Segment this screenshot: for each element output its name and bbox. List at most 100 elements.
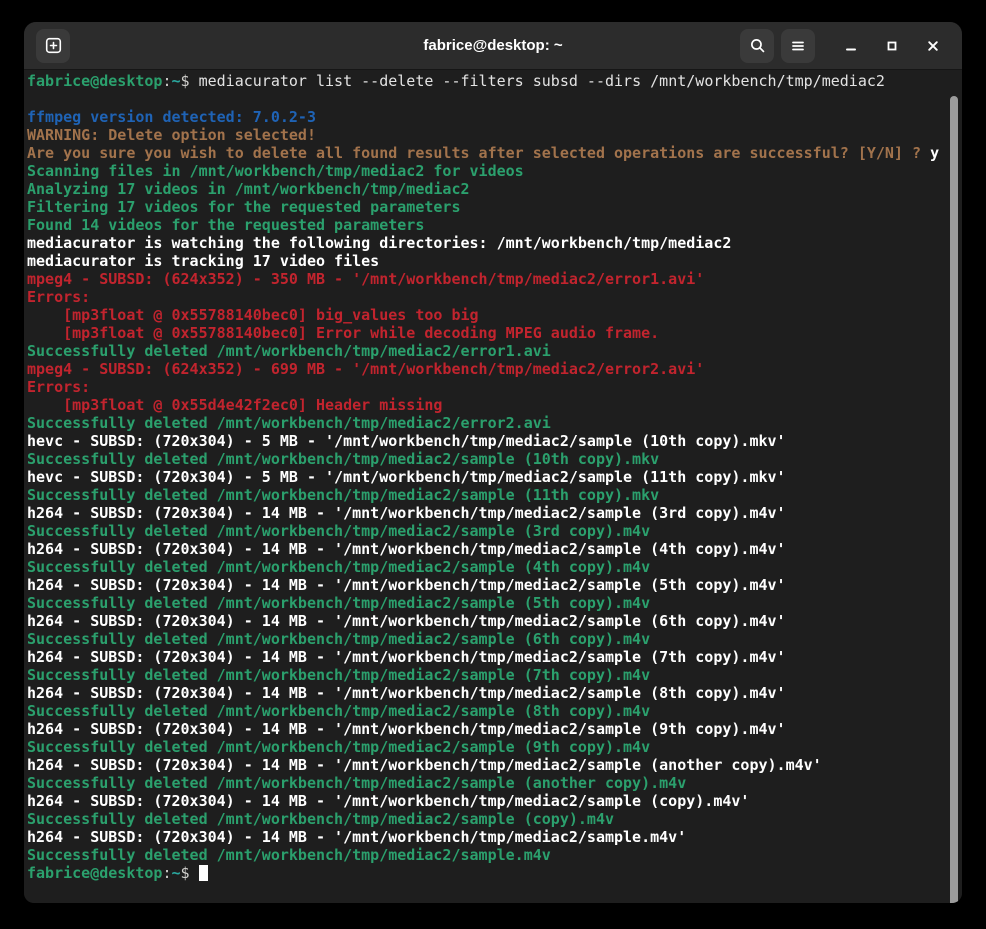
terminal-line: mpeg4 - SUBSD: (624x352) - 699 MB - '/mn…	[27, 360, 948, 378]
terminal-text-segment: $	[181, 72, 199, 90]
terminal-text-segment: fabrice@desktop	[27, 864, 162, 882]
terminal-text-segment: fabrice@desktop	[27, 72, 162, 90]
terminal-text-segment: mpeg4 - SUBSD: (624x352) - 350 MB - '/mn…	[27, 270, 704, 288]
terminal-line: h264 - SUBSD: (720x304) - 14 MB - '/mnt/…	[27, 648, 948, 666]
terminal-text-segment: $	[181, 864, 199, 882]
new-tab-button[interactable]	[36, 29, 70, 63]
terminal-text-segment: Successfully deleted /mnt/workbench/tmp/…	[27, 846, 551, 864]
terminal-line: Successfully deleted /mnt/workbench/tmp/…	[27, 630, 948, 648]
terminal-line: Errors:	[27, 288, 948, 306]
terminal-line: Successfully deleted /mnt/workbench/tmp/…	[27, 702, 948, 720]
terminal-line: h264 - SUBSD: (720x304) - 14 MB - '/mnt/…	[27, 756, 948, 774]
terminal-text-segment: WARNING: Delete option selected!	[27, 126, 316, 144]
terminal-text-segment: h264 - SUBSD: (720x304) - 14 MB - '/mnt/…	[27, 756, 822, 774]
terminal-text-segment: mpeg4 - SUBSD: (624x352) - 699 MB - '/mn…	[27, 360, 704, 378]
terminal-line: Successfully deleted /mnt/workbench/tmp/…	[27, 774, 948, 792]
terminal-text-segment: h264 - SUBSD: (720x304) - 14 MB - '/mnt/…	[27, 648, 786, 666]
close-icon	[925, 38, 941, 54]
terminal-line: Are you sure you wish to delete all foun…	[27, 144, 948, 162]
terminal-line: h264 - SUBSD: (720x304) - 14 MB - '/mnt/…	[27, 684, 948, 702]
terminal-line: Successfully deleted /mnt/workbench/tmp/…	[27, 594, 948, 612]
terminal-output[interactable]: fabrice@desktop:~$ mediacurator list --d…	[24, 70, 962, 902]
terminal-text-segment: h264 - SUBSD: (720x304) - 14 MB - '/mnt/…	[27, 504, 786, 522]
terminal-text-segment: h264 - SUBSD: (720x304) - 14 MB - '/mnt/…	[27, 612, 786, 630]
terminal-text-segment: ~	[172, 72, 181, 90]
terminal-line: hevc - SUBSD: (720x304) - 5 MB - '/mnt/w…	[27, 432, 948, 450]
terminal-text-segment: h264 - SUBSD: (720x304) - 14 MB - '/mnt/…	[27, 540, 786, 558]
terminal-text-segment: h264 - SUBSD: (720x304) - 14 MB - '/mnt/…	[27, 720, 786, 738]
menu-button[interactable]	[781, 29, 815, 63]
titlebar: fabrice@desktop: ~	[24, 22, 962, 70]
menu-icon	[790, 38, 806, 54]
terminal-text-segment: h264 - SUBSD: (720x304) - 14 MB - '/mnt/…	[27, 792, 749, 810]
terminal-text-segment: Successfully deleted /mnt/workbench/tmp/…	[27, 774, 686, 792]
terminal-line: ffmpeg version detected: 7.0.2-3	[27, 108, 948, 126]
terminal-text-segment: Successfully deleted /mnt/workbench/tmp/…	[27, 630, 650, 648]
new-tab-icon	[45, 37, 62, 54]
terminal-text-segment: mediacurator is tracking 17 video files	[27, 252, 379, 270]
terminal-text-segment: Errors:	[27, 288, 90, 306]
terminal-line: [mp3float @ 0x55d4e42f2ec0] Header missi…	[27, 396, 948, 414]
terminal-text-segment: y	[930, 144, 939, 162]
terminal-line: mpeg4 - SUBSD: (624x352) - 350 MB - '/mn…	[27, 270, 948, 288]
maximize-button[interactable]	[875, 29, 909, 63]
terminal-line: mediacurator is tracking 17 video files	[27, 252, 948, 270]
terminal-line: mediacurator is watching the following d…	[27, 234, 948, 252]
maximize-icon	[884, 38, 900, 54]
terminal-text-segment: [mp3float @ 0x55788140bec0] Error while …	[27, 324, 659, 342]
terminal-text-segment: Successfully deleted /mnt/workbench/tmp/…	[27, 414, 551, 432]
terminal-text-segment: ffmpeg version detected: 7.0.2-3	[27, 108, 316, 126]
terminal-text-segment: Successfully deleted /mnt/workbench/tmp/…	[27, 702, 650, 720]
terminal-line: Successfully deleted /mnt/workbench/tmp/…	[27, 558, 948, 576]
terminal-text-segment: mediacurator is watching the following d…	[27, 234, 731, 252]
terminal-line: hevc - SUBSD: (720x304) - 5 MB - '/mnt/w…	[27, 468, 948, 486]
terminal-line: Successfully deleted /mnt/workbench/tmp/…	[27, 522, 948, 540]
titlebar-controls	[740, 29, 950, 63]
terminal-line: h264 - SUBSD: (720x304) - 14 MB - '/mnt/…	[27, 612, 948, 630]
terminal-line	[27, 90, 948, 108]
terminal-text-segment: Errors:	[27, 378, 90, 396]
terminal-text-segment: :	[162, 72, 171, 90]
terminal-text-segment: Scanning files in /mnt/workbench/tmp/med…	[27, 162, 524, 180]
terminal-line: Successfully deleted /mnt/workbench/tmp/…	[27, 846, 948, 864]
terminal-text-segment: [mp3float @ 0x55d4e42f2ec0] Header missi…	[27, 396, 442, 414]
terminal-text-segment: h264 - SUBSD: (720x304) - 14 MB - '/mnt/…	[27, 576, 786, 594]
terminal-text-segment: Are you sure you wish to delete all foun…	[27, 144, 930, 162]
terminal-window: fabrice@desktop: ~	[24, 22, 962, 903]
terminal-line: h264 - SUBSD: (720x304) - 14 MB - '/mnt/…	[27, 540, 948, 558]
scrollbar-thumb[interactable]	[950, 96, 958, 903]
terminal-text-segment: Successfully deleted /mnt/workbench/tmp/…	[27, 450, 659, 468]
terminal-text-segment: Successfully deleted /mnt/workbench/tmp/…	[27, 522, 650, 540]
terminal-line: h264 - SUBSD: (720x304) - 14 MB - '/mnt/…	[27, 828, 948, 846]
terminal-line: Analyzing 17 videos in /mnt/workbench/tm…	[27, 180, 948, 198]
terminal-text-segment: :	[162, 864, 171, 882]
terminal-line: WARNING: Delete option selected!	[27, 126, 948, 144]
terminal-text-segment: Successfully deleted /mnt/workbench/tmp/…	[27, 810, 614, 828]
terminal-text-segment: ~	[172, 864, 181, 882]
terminal-line: fabrice@desktop:~$	[27, 864, 948, 882]
terminal-line: fabrice@desktop:~$ mediacurator list --d…	[27, 72, 948, 90]
terminal-line: Successfully deleted /mnt/workbench/tmp/…	[27, 450, 948, 468]
terminal-line: Successfully deleted /mnt/workbench/tmp/…	[27, 486, 948, 504]
terminal-text-segment: hevc - SUBSD: (720x304) - 5 MB - '/mnt/w…	[27, 432, 786, 450]
terminal-line: Errors:	[27, 378, 948, 396]
terminal-line: Successfully deleted /mnt/workbench/tmp/…	[27, 414, 948, 432]
terminal-text-segment: h264 - SUBSD: (720x304) - 14 MB - '/mnt/…	[27, 828, 686, 846]
terminal-line: Successfully deleted /mnt/workbench/tmp/…	[27, 342, 948, 360]
terminal-text-segment: Successfully deleted /mnt/workbench/tmp/…	[27, 594, 650, 612]
terminal-line: h264 - SUBSD: (720x304) - 14 MB - '/mnt/…	[27, 720, 948, 738]
search-icon	[749, 37, 766, 54]
close-button[interactable]	[916, 29, 950, 63]
terminal-line: Successfully deleted /mnt/workbench/tmp/…	[27, 738, 948, 756]
search-button[interactable]	[740, 29, 774, 63]
terminal-line: Successfully deleted /mnt/workbench/tmp/…	[27, 666, 948, 684]
terminal-text-segment: [mp3float @ 0x55788140bec0] big_values t…	[27, 306, 479, 324]
terminal-text-segment: h264 - SUBSD: (720x304) - 14 MB - '/mnt/…	[27, 684, 786, 702]
minimize-button[interactable]	[834, 29, 868, 63]
terminal-text-segment: Successfully deleted /mnt/workbench/tmp/…	[27, 558, 650, 576]
terminal-text-segment: hevc - SUBSD: (720x304) - 5 MB - '/mnt/w…	[27, 468, 786, 486]
terminal-line: h264 - SUBSD: (720x304) - 14 MB - '/mnt/…	[27, 792, 948, 810]
terminal-text-segment: mediacurator list --delete --filters sub…	[199, 72, 885, 90]
terminal-line: [mp3float @ 0x55788140bec0] Error while …	[27, 324, 948, 342]
terminal-text-segment: Successfully deleted /mnt/workbench/tmp/…	[27, 738, 650, 756]
